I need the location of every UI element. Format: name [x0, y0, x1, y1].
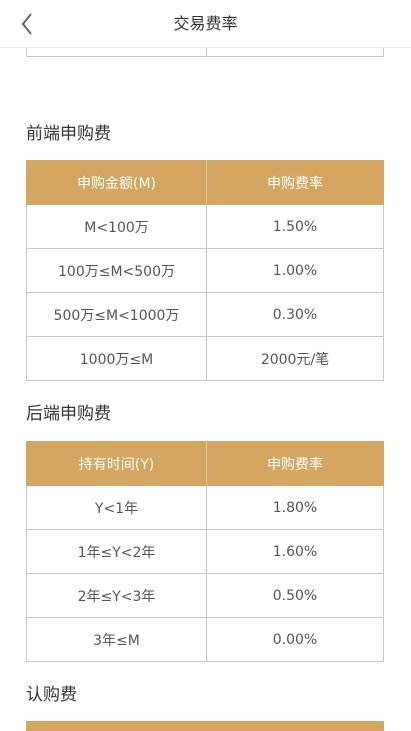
table-row: 2年≤Y<3年 0.50%	[26, 573, 384, 618]
back-end-title: 后端申购费	[26, 404, 111, 424]
table-row: 1000万≤M 2000元/笔	[26, 336, 384, 381]
table-row: 100万≤M<500万 1.00%	[26, 248, 384, 293]
table-row: 500万≤M<1000万 0.30%	[26, 292, 384, 337]
table-cell: 100万≤M<500万	[26, 248, 207, 293]
column-header: 申购费率	[206, 160, 384, 205]
table-cell: 3年≤M	[26, 617, 207, 662]
table-header-row: 申购金额(M) 申购费率	[26, 160, 384, 205]
table-cell: 1.60%	[206, 529, 384, 574]
table-row: 3年≤M 0.00%	[26, 617, 384, 662]
column-header: 申购费率	[206, 441, 384, 486]
table-cell: 1.00%	[206, 248, 384, 293]
table-cell: 0.00%	[206, 617, 384, 662]
front-end-table: 申购金额(M) 申购费率 M<100万 1.50% 100万≤M<500万 1.…	[26, 160, 384, 381]
table-row: Y<1年 1.80%	[26, 485, 384, 530]
subscription-table-header	[26, 721, 384, 731]
table-cell: 1.80%	[206, 485, 384, 530]
column-header: 申购金额(M)	[26, 160, 207, 205]
table-cell: 2000元/笔	[206, 336, 384, 381]
table-cell: 0.30%	[206, 292, 384, 337]
subscription-title: 认购费	[26, 685, 77, 705]
table-cell: 1.50%	[206, 204, 384, 249]
front-end-title: 前端申购费	[26, 124, 111, 144]
table-cell: 0.50%	[206, 573, 384, 618]
back-end-table: 持有时间(Y) 申购费率 Y<1年 1.80% 1年≤Y<2年 1.60% 2年…	[26, 441, 384, 662]
column-header: 持有时间(Y)	[26, 441, 207, 486]
table-cell: Y<1年	[26, 485, 207, 530]
table-cell: 1000万≤M	[26, 336, 207, 381]
table-cell: 2年≤Y<3年	[26, 573, 207, 618]
table-cell: M<100万	[26, 204, 207, 249]
table-row: M<100万 1.50%	[26, 204, 384, 249]
page-title: 交易费率	[173, 14, 238, 33]
top-nav-bar: 交易费率	[0, 0, 411, 48]
table-cell: 500万≤M<1000万	[26, 292, 207, 337]
table-row: 1年≤Y<2年 1.60%	[26, 529, 384, 574]
table-header-row: 持有时间(Y) 申购费率	[26, 441, 384, 486]
table-cell: 1年≤Y<2年	[26, 529, 207, 574]
